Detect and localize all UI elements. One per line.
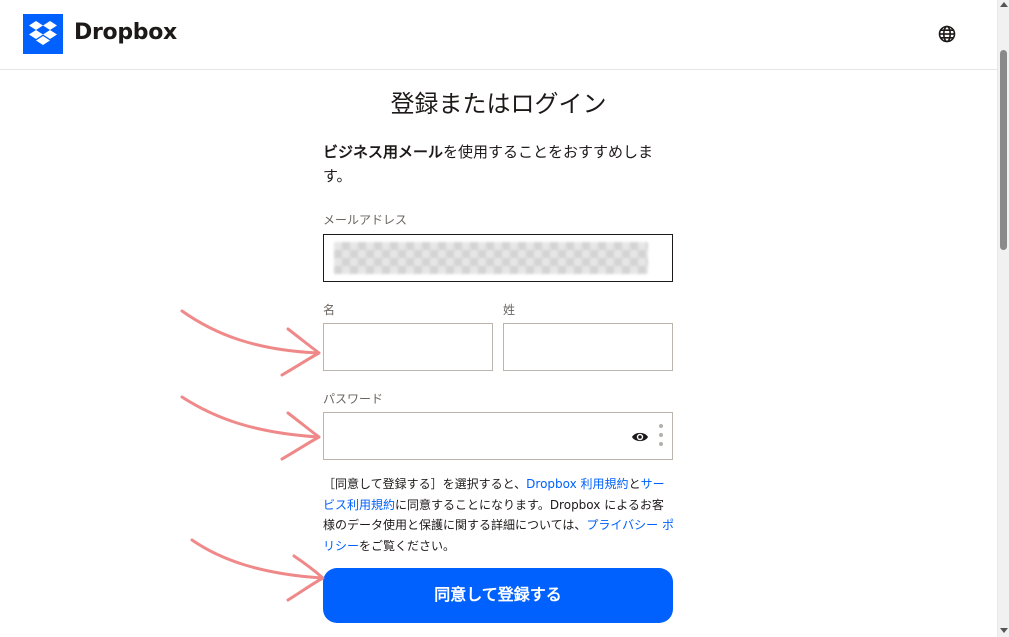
dropbox-terms-link[interactable]: Dropbox 利用規約	[526, 477, 628, 491]
eye-icon[interactable]	[631, 429, 649, 443]
password-field[interactable]	[323, 412, 673, 460]
top-bar: Dropbox	[0, 0, 997, 70]
dropbox-logo-icon[interactable]	[23, 14, 63, 54]
recommendation-text: ビジネス用メールを使用することをおすすめします。	[323, 140, 673, 188]
brand-name[interactable]: Dropbox	[74, 20, 177, 45]
email-field[interactable]	[323, 234, 673, 282]
last-name-label: 姓	[503, 303, 516, 317]
hand-drawn-arrow-icon	[180, 395, 321, 461]
hand-drawn-arrow-icon	[190, 538, 325, 602]
email-label: メールアドレス	[323, 213, 408, 227]
scroll-up-icon[interactable]	[1000, 2, 1008, 7]
scroll-thumb[interactable]	[1000, 50, 1007, 250]
globe-icon[interactable]	[937, 24, 957, 44]
terms-text: ［同意して登録する］を選択すると、Dropbox 利用規約とサービス利用規約に同…	[323, 474, 675, 556]
recommendation-bold: ビジネス用メール	[323, 143, 444, 161]
last-name-field[interactable]	[503, 323, 673, 371]
masked-email-value	[334, 242, 648, 274]
page-title: 登録またはログイン	[390, 90, 607, 118]
terms-part-2: と	[628, 477, 641, 491]
password-label: パスワード	[323, 392, 384, 406]
first-name-field[interactable]	[323, 323, 493, 371]
agree-and-register-button[interactable]: 同意して登録する	[323, 568, 673, 623]
password-manager-kebab-icon[interactable]	[659, 424, 663, 450]
scroll-down-icon[interactable]	[1000, 628, 1008, 633]
page-scrollbar[interactable]	[997, 0, 1009, 637]
hand-drawn-arrow-icon	[180, 309, 321, 377]
terms-part-1: ［同意して登録する］を選択すると、	[323, 477, 527, 491]
terms-part-4: をご覧ください。	[359, 538, 456, 553]
